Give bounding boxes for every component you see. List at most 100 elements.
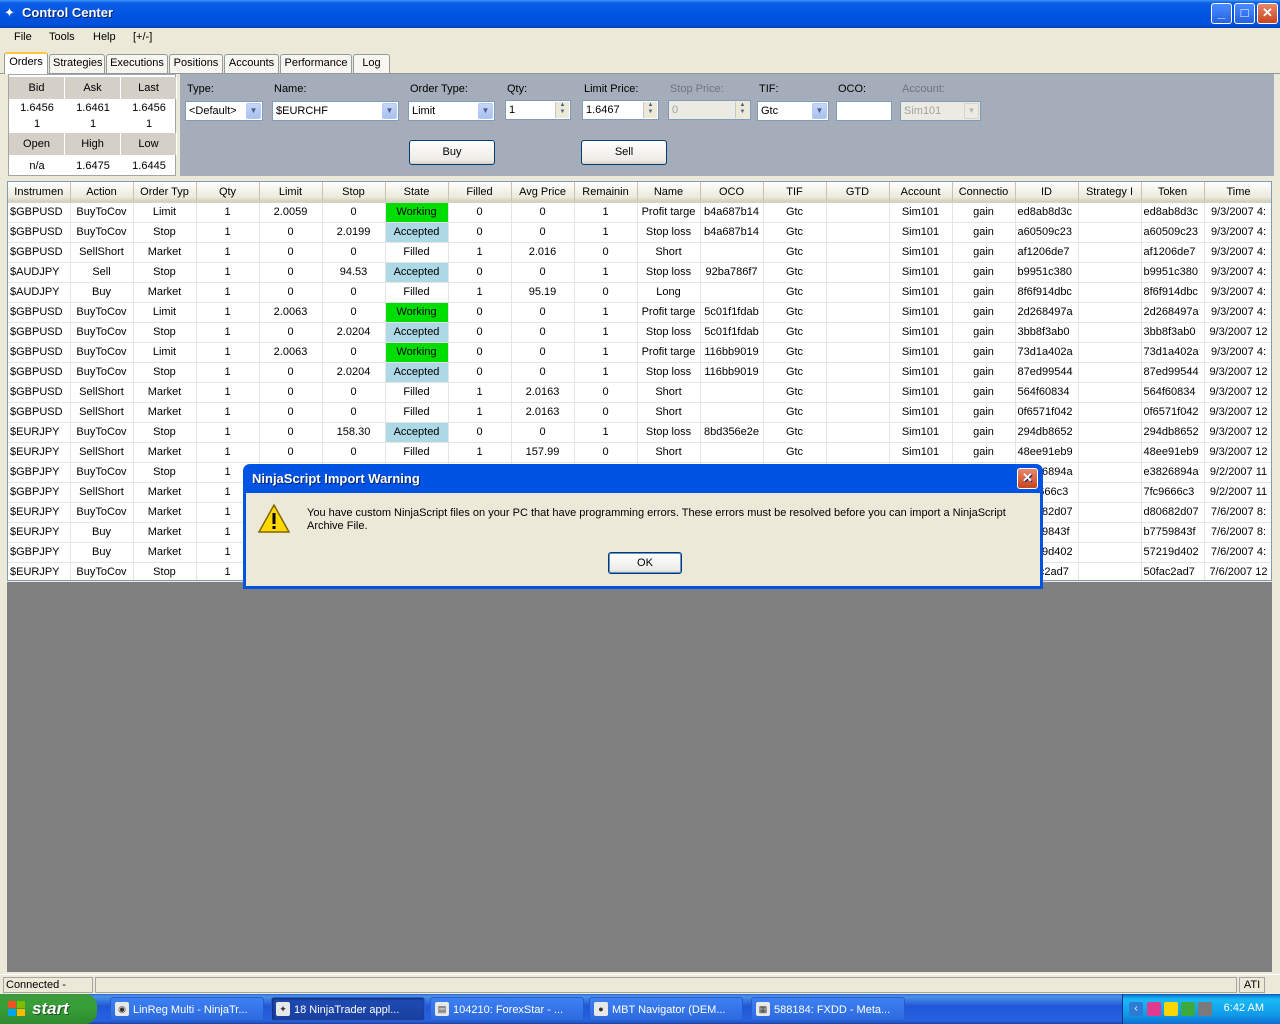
column-header[interactable]: GTD: [826, 182, 890, 203]
table-row[interactable]: $AUDJPY Sell Stop 1 0 94.53 Accepted 0 0 1 Stop lo…: [8, 262, 1271, 283]
column-header[interactable]: Qty: [196, 182, 260, 203]
tray-app-icon-3[interactable]: [1181, 1002, 1195, 1016]
limit-price-stepper[interactable]: 1.6467 ▲ ▼: [582, 100, 659, 120]
table-cell: 0: [259, 422, 323, 443]
column-header[interactable]: Name: [637, 182, 701, 203]
table-cell: [1078, 522, 1142, 543]
table-row[interactable]: $GBPUSD SellShort Market 1 0 0 Filled 1 2.0163 0 S…: [8, 402, 1271, 423]
spin-arrows-icon[interactable]: ▲ ▼: [643, 102, 657, 118]
tray-app-icon-2[interactable]: [1164, 1002, 1178, 1016]
table-cell: 9/3/2007 12: [1204, 362, 1271, 383]
table-row[interactable]: $GBPUSD BuyToCov Stop 1 0 2.0204 Accepted 0 0 1 St…: [8, 362, 1271, 383]
ok-button[interactable]: OK: [608, 552, 682, 574]
start-button[interactable]: start: [0, 994, 97, 1024]
open-price: n/a: [29, 160, 45, 172]
table-cell: Accepted: [385, 422, 449, 443]
column-header[interactable]: Token: [1141, 182, 1205, 203]
spin-arrows-icon[interactable]: ▲ ▼: [555, 102, 569, 118]
table-cell: $EURJPY: [8, 522, 71, 543]
tif-select[interactable]: Gtc ▼: [757, 101, 829, 121]
table-row[interactable]: $EURJPY BuyToCov Stop 1 0 158.30 Accepted 0 0 1 St…: [8, 422, 1271, 443]
column-header[interactable]: Remainin: [574, 182, 638, 203]
table-cell: 8f6f914dbc: [1015, 282, 1079, 303]
tab-performance[interactable]: Performance: [280, 54, 352, 73]
column-header[interactable]: Order Typ: [133, 182, 197, 203]
table-row[interactable]: $EURJPY SellShort Market 1 0 0 Filled 1 157.99 0 S…: [8, 442, 1271, 463]
tray-app-icon[interactable]: [1147, 1002, 1161, 1016]
taskbar-item-fxdd[interactable]: ▦ 588184: FXDD - Meta...: [751, 997, 905, 1021]
table-cell: Sim101: [889, 262, 953, 283]
column-header[interactable]: Limit: [259, 182, 323, 203]
table-cell: SellShort: [70, 402, 134, 423]
menu-expand[interactable]: [+/-]: [133, 31, 152, 43]
table-row[interactable]: $GBPUSD SellShort Market 1 0 0 Filled 1 2.0163 0 S…: [8, 382, 1271, 403]
table-cell: Sim101: [889, 422, 953, 443]
tab-strategies[interactable]: Strategies: [49, 54, 105, 73]
column-header[interactable]: Account: [889, 182, 953, 203]
last-price: 1.6456: [132, 102, 166, 114]
chevron-down-icon: ▼: [478, 103, 493, 119]
table-cell: 1: [448, 402, 512, 423]
title-bar: ✦ Control Center _ □ ✕: [0, 0, 1280, 28]
type-select[interactable]: <Default> ▼: [185, 101, 263, 121]
column-header[interactable]: State: [385, 182, 449, 203]
dialog-close-button[interactable]: ✕: [1017, 468, 1038, 489]
table-row[interactable]: $GBPUSD BuyToCov Limit 1 2.0059 0 Working 0 0 1 Pr…: [8, 202, 1271, 223]
maximize-button[interactable]: □: [1234, 3, 1255, 24]
table-row[interactable]: $GBPUSD BuyToCov Limit 1 2.0063 0 Working 0 0 1 Pr…: [8, 302, 1271, 323]
column-header[interactable]: Strategy I: [1078, 182, 1142, 203]
menu-tools[interactable]: Tools: [49, 31, 75, 43]
tray-network-icon[interactable]: [1198, 1002, 1212, 1016]
taskbar-item-forexstar[interactable]: ▤ 104210: ForexStar - ...: [430, 997, 584, 1021]
tab-log[interactable]: Log: [353, 54, 390, 73]
open-header: Open: [9, 133, 65, 155]
table-cell: Sim101: [889, 362, 953, 383]
windows-logo-icon: [8, 1001, 26, 1017]
tray-arrow-icon[interactable]: ‹: [1129, 1002, 1143, 1016]
menu-bar: File Tools Help [+/-]: [0, 28, 1280, 49]
taskbar-item-linreg[interactable]: ◉ LinReg Multi - NinjaTr...: [110, 997, 264, 1021]
column-header[interactable]: Avg Price: [511, 182, 575, 203]
column-header[interactable]: TIF: [763, 182, 827, 203]
table-cell: b4a687b14: [700, 202, 764, 223]
column-header[interactable]: Connectio: [952, 182, 1016, 203]
table-row[interactable]: $GBPUSD BuyToCov Stop 1 0 2.0199 Accepted 0 0 1 St…: [8, 222, 1271, 243]
column-header[interactable]: Stop: [322, 182, 386, 203]
table-row[interactable]: $GBPUSD BuyToCov Stop 1 0 2.0204 Accepted 0 0 1 St…: [8, 322, 1271, 343]
column-header[interactable]: Filled: [448, 182, 512, 203]
table-cell: Profit targe: [637, 202, 701, 223]
ninjatrader-icon: ✦: [276, 1002, 290, 1016]
table-cell: [826, 242, 890, 263]
table-cell: Gtc: [763, 242, 827, 263]
column-header[interactable]: Time: [1204, 182, 1271, 203]
table-cell: a60509c23: [1141, 222, 1205, 243]
tab-accounts[interactable]: Accounts: [224, 54, 279, 73]
tab-orders[interactable]: Orders: [4, 52, 48, 74]
sell-button[interactable]: Sell: [581, 140, 667, 165]
instrument-select[interactable]: $EURCHF ▼: [272, 101, 399, 121]
column-header[interactable]: OCO: [700, 182, 764, 203]
menu-file[interactable]: File: [14, 31, 32, 43]
close-button[interactable]: ✕: [1257, 3, 1278, 24]
table-row[interactable]: $AUDJPY Buy Market 1 0 0 Filled 1 95.19 0 Long Gtc S…: [8, 282, 1271, 303]
table-row[interactable]: $GBPUSD BuyToCov Limit 1 2.0063 0 Working 0 0 1 Pr…: [8, 342, 1271, 363]
order-type-select[interactable]: Limit ▼: [408, 101, 495, 121]
table-cell: 7/6/2007 8:: [1204, 522, 1271, 543]
taskbar-item-ninjatrader[interactable]: ✦ 18 NinjaTrader appl...: [271, 997, 425, 1021]
menu-help[interactable]: Help: [93, 31, 116, 43]
buy-button[interactable]: Buy: [409, 140, 495, 165]
column-header[interactable]: Instrumen: [8, 182, 71, 203]
column-header[interactable]: Action: [70, 182, 134, 203]
table-cell: Stop loss: [637, 222, 701, 243]
qty-stepper[interactable]: 1 ▲ ▼: [505, 100, 571, 120]
table-cell: Filled: [385, 282, 449, 303]
tab-positions[interactable]: Positions: [169, 54, 223, 73]
minimize-button[interactable]: _: [1211, 3, 1232, 24]
table-cell: 0: [322, 402, 386, 423]
oco-input[interactable]: [836, 101, 892, 121]
column-header[interactable]: ID: [1015, 182, 1079, 203]
table-cell: BuyToCov: [70, 322, 134, 343]
taskbar-item-mbt-navigator[interactable]: ● MBT Navigator (DEM...: [589, 997, 743, 1021]
tab-executions[interactable]: Executions: [106, 54, 168, 73]
table-row[interactable]: $GBPUSD SellShort Market 1 0 0 Filled 1 2.016 0 Sh…: [8, 242, 1271, 263]
